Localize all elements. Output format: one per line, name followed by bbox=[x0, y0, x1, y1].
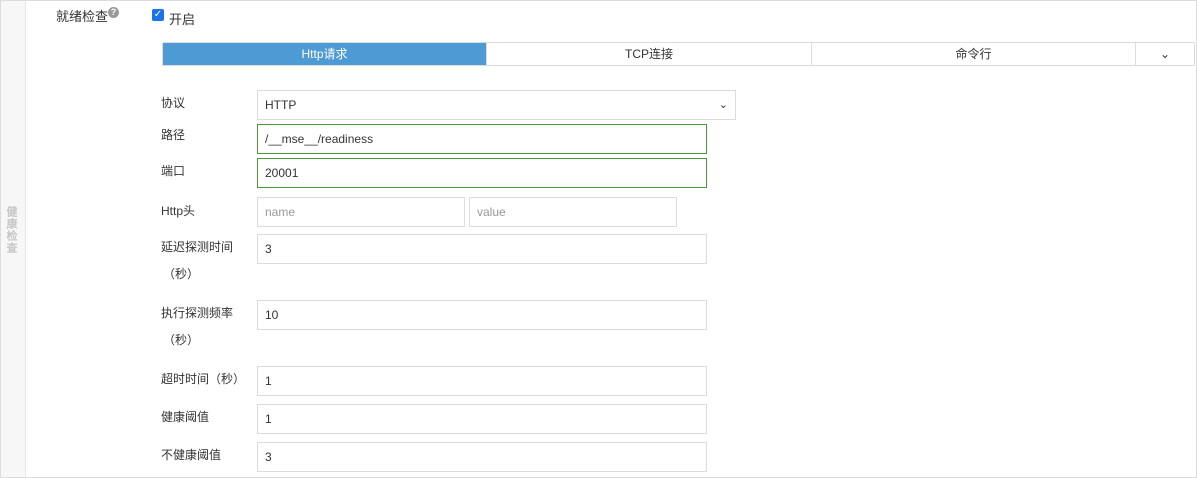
protocol-select[interactable]: HTTP ⌄ bbox=[257, 90, 736, 120]
tab-http-request[interactable]: Http请求 bbox=[163, 43, 487, 65]
initial-delay-input[interactable]: 3 bbox=[257, 234, 707, 264]
question-circle-icon[interactable]: ? bbox=[108, 7, 119, 18]
header-value-placeholder: value bbox=[477, 205, 506, 219]
path-label: 路径 bbox=[161, 128, 186, 142]
tab-tcp-connection[interactable]: TCP连接 bbox=[487, 43, 812, 65]
failure-threshold-label: 不健康阈值 bbox=[161, 448, 222, 462]
chevron-down-icon[interactable]: ⌄ bbox=[1136, 43, 1194, 65]
readiness-check-label: 就绪检查 bbox=[56, 9, 109, 24]
timeout-input[interactable]: 1 bbox=[257, 366, 707, 396]
enable-label[interactable]: 开启 bbox=[169, 9, 195, 28]
protocol-select-value: HTTP bbox=[265, 98, 297, 112]
port-input[interactable]: 20001 bbox=[257, 158, 707, 188]
failure-threshold-input[interactable]: 3 bbox=[257, 442, 707, 472]
period-unit-label: （秒） bbox=[163, 333, 200, 347]
header-value-input[interactable]: value bbox=[469, 197, 677, 227]
port-label: 端口 bbox=[161, 164, 186, 178]
chevron-down-icon: ⌄ bbox=[718, 99, 728, 111]
protocol-label: 协议 bbox=[161, 96, 186, 110]
tab-command-line[interactable]: 命令行 bbox=[812, 43, 1136, 65]
period-input[interactable]: 10 bbox=[257, 300, 707, 330]
period-label: 执行探测频率 bbox=[161, 306, 234, 320]
section-side-label: 健康检查 bbox=[5, 206, 17, 254]
section-side-tab: 健康检查 bbox=[1, 1, 26, 477]
path-input[interactable]: /__mse__/readiness bbox=[257, 124, 707, 154]
enable-checkbox[interactable]: ✓ bbox=[152, 9, 164, 21]
probe-type-tabs: Http请求 TCP连接 命令行 ⌄ bbox=[162, 42, 1195, 66]
success-threshold-input[interactable]: 1 bbox=[257, 404, 707, 434]
timeout-label: 超时时间（秒） bbox=[161, 372, 246, 386]
header-name-input[interactable]: name bbox=[257, 197, 465, 227]
success-threshold-label: 健康阈值 bbox=[161, 410, 210, 424]
http-header-label: Http头 bbox=[161, 204, 196, 218]
initial-delay-label: 延迟探测时间 bbox=[161, 240, 234, 254]
initial-delay-unit-label: （秒） bbox=[163, 267, 200, 281]
header-name-placeholder: name bbox=[265, 205, 296, 219]
